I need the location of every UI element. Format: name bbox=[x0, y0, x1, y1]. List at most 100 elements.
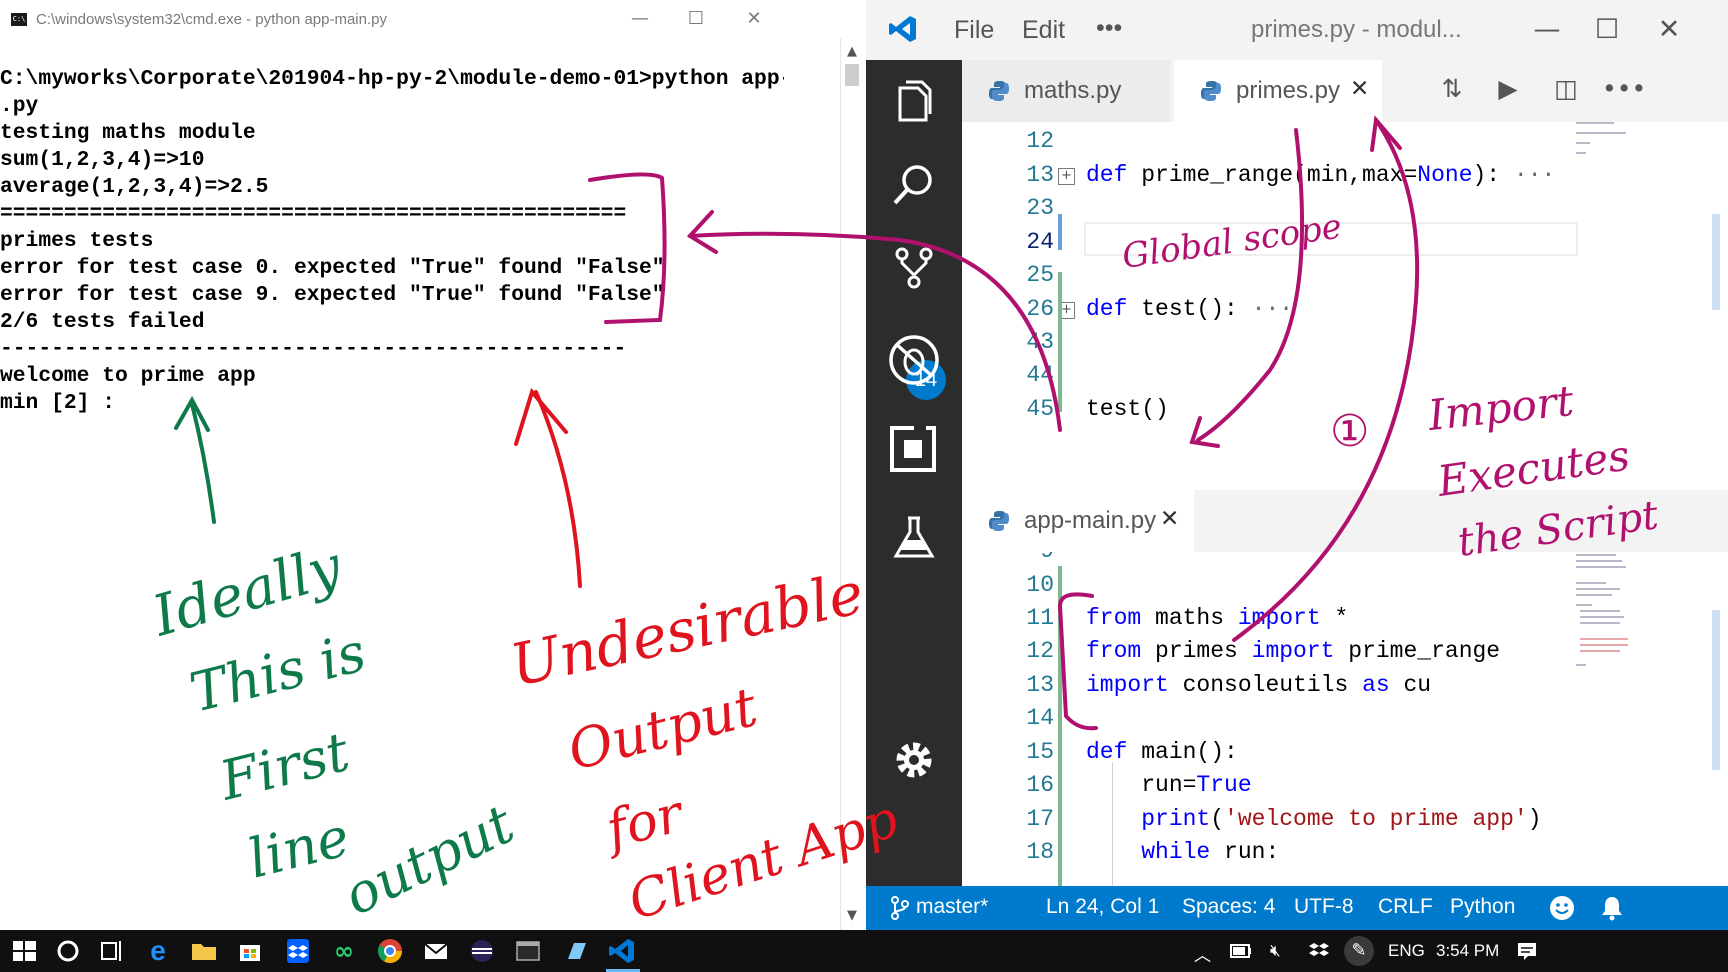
close-button[interactable]: ✕ bbox=[734, 6, 774, 32]
split-editor-icon[interactable]: ◫ bbox=[1546, 74, 1586, 108]
minimap[interactable] bbox=[1572, 122, 1706, 442]
tab-label: app-main.py bbox=[1024, 507, 1157, 534]
vscode-title-bar[interactable]: File Edit ••• primes.py - modul... — ☐ ✕ bbox=[866, 0, 1728, 60]
chrome-icon[interactable] bbox=[374, 935, 406, 967]
close-button[interactable]: ✕ bbox=[1642, 12, 1696, 48]
more-actions-icon[interactable]: ••• bbox=[1602, 74, 1646, 108]
tab-app-main-py[interactable]: app-main.py ✕ bbox=[962, 490, 1194, 552]
code-line: test() bbox=[1086, 396, 1169, 422]
code-line: while run: bbox=[1141, 839, 1280, 865]
line-number: 43 bbox=[1026, 329, 1054, 355]
task-view-icon[interactable] bbox=[96, 935, 128, 967]
line-number: 25 bbox=[1026, 262, 1054, 288]
git-branch-icon bbox=[891, 896, 909, 920]
python-file-icon bbox=[989, 81, 1009, 101]
fold-expand-icon[interactable]: + bbox=[1058, 168, 1075, 185]
tab-close-icon[interactable]: ✕ bbox=[1160, 506, 1179, 532]
python-file-icon bbox=[1201, 81, 1221, 101]
window-title: primes.py - modul... bbox=[1251, 16, 1462, 43]
code-line: run=True bbox=[1086, 772, 1252, 798]
console-line: error for test case 9. expected "True" f… bbox=[0, 283, 665, 307]
git-gutter-added bbox=[1058, 272, 1062, 412]
tab-maths-py[interactable]: maths.py bbox=[962, 60, 1170, 122]
branch-indicator[interactable]: master* bbox=[916, 895, 988, 919]
search-circle-icon[interactable] bbox=[52, 935, 84, 967]
console-line: primes tests bbox=[0, 229, 154, 253]
status-bar: master* Ln 24, Col 1 Spaces: 4 UTF-8 CRL… bbox=[866, 886, 1728, 930]
eol-indicator[interactable]: CRLF bbox=[1378, 895, 1433, 919]
tab-close-icon[interactable]: ✕ bbox=[1350, 76, 1369, 102]
indentation-indicator[interactable]: Spaces: 4 bbox=[1182, 895, 1275, 919]
scrollbar-thumb[interactable] bbox=[845, 64, 859, 86]
search-icon[interactable] bbox=[886, 158, 942, 214]
edge-browser-icon[interactable]: e bbox=[142, 935, 174, 967]
console-line: C:\myworks\Corporate\201904-hp-py-2\modu… bbox=[0, 67, 784, 91]
windows-start-icon[interactable] bbox=[8, 935, 40, 967]
console-line: min [2] : bbox=[0, 391, 116, 415]
tray-expand-icon[interactable]: ︿ bbox=[1194, 941, 1211, 966]
compare-changes-icon[interactable]: ⇅ bbox=[1432, 74, 1472, 108]
notifications-bell-icon[interactable] bbox=[1600, 895, 1624, 921]
console-output[interactable]: C:\myworks\Corporate\201904-hp-py-2\modu… bbox=[0, 66, 784, 417]
action-center-icon[interactable] bbox=[1516, 940, 1538, 962]
vscode-window: File Edit ••• primes.py - modul... — ☐ ✕… bbox=[866, 0, 1728, 930]
debug-icon[interactable] bbox=[886, 332, 942, 388]
volume-muted-icon[interactable]: 🔇︎ bbox=[1270, 941, 1281, 961]
line-number: 44 bbox=[1026, 362, 1054, 388]
infinity-app-icon[interactable]: ∞ bbox=[328, 935, 360, 967]
maximize-button[interactable]: ☐ bbox=[676, 6, 716, 32]
minimize-button[interactable]: — bbox=[1520, 12, 1574, 48]
test-flask-icon[interactable] bbox=[886, 510, 942, 566]
minimize-button[interactable]: — bbox=[620, 6, 660, 32]
line-number: 12 bbox=[1026, 638, 1054, 664]
feedback-smiley-icon[interactable] bbox=[1549, 895, 1575, 921]
dropbox-icon[interactable] bbox=[282, 935, 314, 967]
cmd-scrollbar[interactable]: ▲ ▼ bbox=[840, 38, 863, 930]
tab-primes-py[interactable]: primes.py ✕ bbox=[1174, 60, 1382, 122]
scroll-up-icon[interactable]: ▲ bbox=[844, 44, 860, 59]
dropbox-tray-icon[interactable] bbox=[1308, 941, 1330, 961]
language-mode[interactable]: Python bbox=[1450, 895, 1515, 919]
battery-icon[interactable] bbox=[1230, 942, 1252, 960]
extensions-icon[interactable] bbox=[886, 422, 942, 478]
app-main-editor-pane[interactable]: 9 10 11 from maths import * 12 from prim… bbox=[962, 552, 1728, 886]
encoding-indicator[interactable]: UTF-8 bbox=[1294, 895, 1354, 919]
editor-scrollbar[interactable] bbox=[1712, 610, 1720, 770]
scroll-down-icon[interactable]: ▼ bbox=[844, 908, 860, 923]
vscode-taskbar-icon[interactable] bbox=[606, 935, 638, 967]
line-number: 12 bbox=[1026, 128, 1054, 154]
store-icon[interactable] bbox=[234, 935, 266, 967]
code-line: import consoleutils as cu bbox=[1086, 672, 1432, 698]
line-number: 14 bbox=[1026, 705, 1054, 731]
cmd-title-bar[interactable]: C:\ C:\windows\system32\cmd.exe - python… bbox=[0, 0, 784, 38]
console-line: 2/6 tests failed bbox=[0, 310, 205, 334]
source-control-icon[interactable] bbox=[886, 242, 942, 298]
run-file-icon[interactable]: ▶ bbox=[1488, 74, 1528, 108]
console-line: average(1,2,3,4)=>2.5 bbox=[0, 175, 269, 199]
eclipse-icon[interactable] bbox=[466, 935, 498, 967]
input-language[interactable]: ENG bbox=[1388, 941, 1425, 961]
notepad-icon[interactable] bbox=[560, 935, 592, 967]
cmd-app-icon: C:\ bbox=[11, 13, 27, 26]
menu-file[interactable]: File bbox=[954, 16, 994, 45]
settings-gear-icon[interactable] bbox=[886, 732, 942, 788]
file-explorer-icon[interactable] bbox=[188, 935, 220, 967]
editor-scrollbar[interactable] bbox=[1712, 214, 1720, 310]
pen-workspace-icon[interactable]: ✎ bbox=[1344, 936, 1374, 966]
line-number: 15 bbox=[1026, 739, 1054, 765]
code-line: print('welcome to prime app') bbox=[1141, 806, 1542, 832]
line-number: 13 bbox=[1026, 162, 1054, 188]
minimap[interactable] bbox=[1572, 552, 1706, 886]
maximize-button[interactable]: ☐ bbox=[1580, 12, 1634, 48]
terminal-icon[interactable] bbox=[512, 935, 544, 967]
primes-editor-pane[interactable]: 12 13 + def prime_range(min,max=None): ·… bbox=[962, 122, 1728, 442]
menu-edit[interactable]: Edit bbox=[1022, 16, 1065, 45]
explorer-icon[interactable] bbox=[886, 74, 942, 130]
cursor-position[interactable]: Ln 24, Col 1 bbox=[1046, 895, 1159, 919]
mail-icon[interactable] bbox=[420, 935, 452, 967]
python-file-icon bbox=[989, 511, 1009, 531]
top-tab-bar: maths.py primes.py ✕ ⇅ ▶ ◫ ••• bbox=[962, 60, 1728, 122]
menu-more[interactable]: ••• bbox=[1096, 14, 1122, 43]
clock[interactable]: 3:54 PM bbox=[1436, 941, 1499, 961]
line-number: 9 bbox=[962, 552, 1054, 564]
